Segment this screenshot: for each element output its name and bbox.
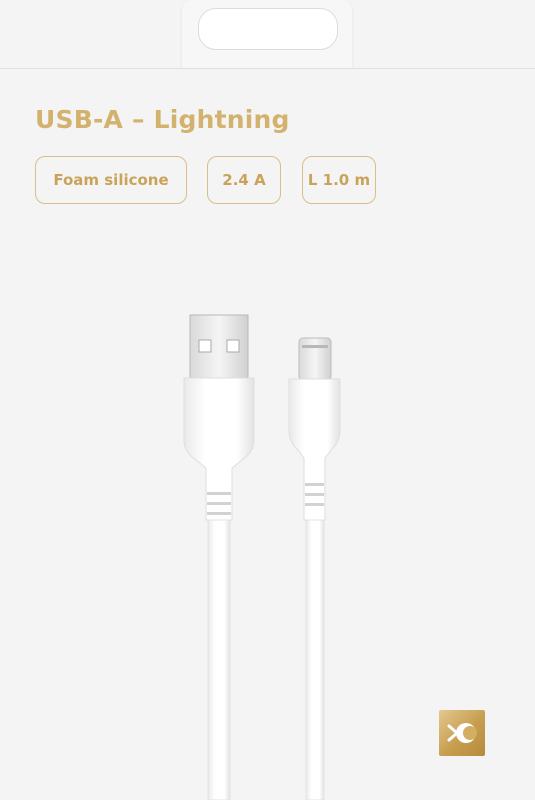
cable-illustration — [183, 314, 341, 800]
usb-a-connector — [183, 314, 255, 800]
lightning-connector — [288, 337, 341, 800]
product-package: USB-A – Lightning Foam silicone 2.4 A L … — [0, 0, 535, 800]
brand-logo-icon — [439, 710, 485, 756]
